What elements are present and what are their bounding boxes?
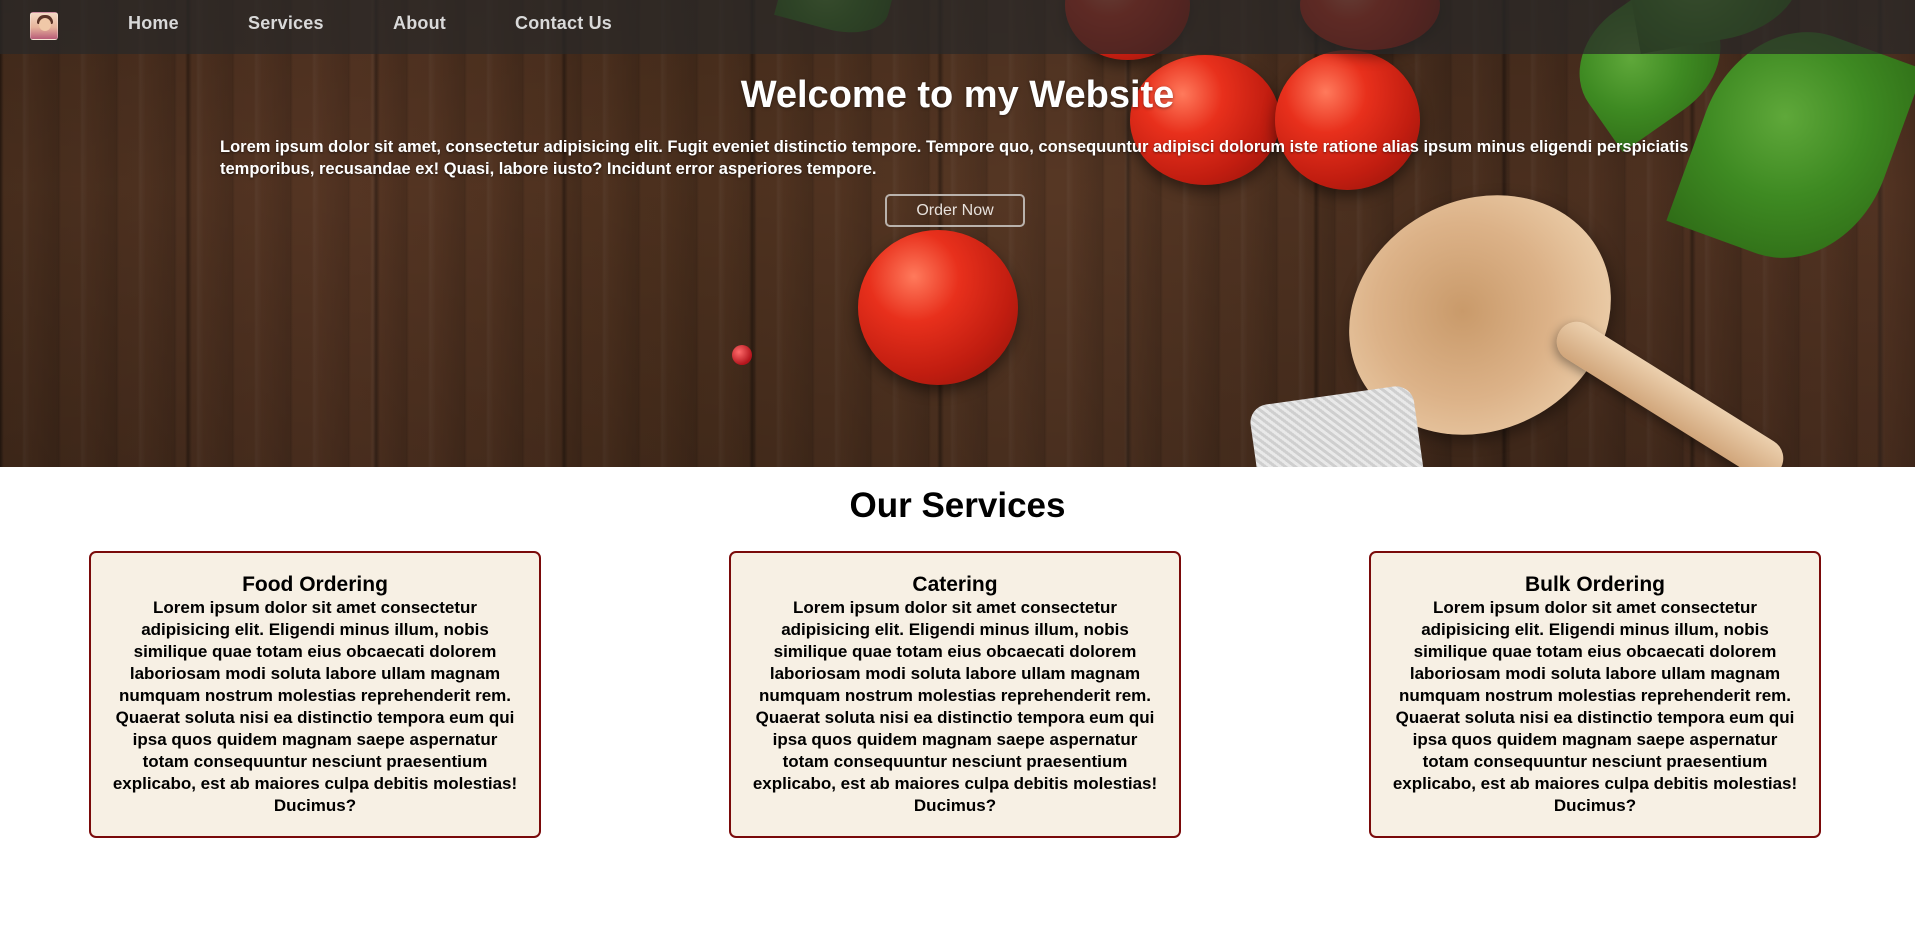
service-card-catering: Catering Lorem ipsum dolor sit amet cons… [729, 551, 1181, 838]
service-card-title: Catering [912, 573, 998, 596]
service-card-text: Lorem ipsum dolor sit amet consectetur a… [752, 598, 1158, 815]
nav-link-services[interactable]: Services [248, 13, 324, 34]
peppercorn-image [732, 345, 752, 365]
nav-link-contact[interactable]: Contact Us [515, 13, 612, 34]
hero-title: Welcome to my Website [740, 74, 1175, 116]
tomato-image [858, 230, 1018, 385]
avatar-logo-icon[interactable] [30, 12, 58, 40]
top-navbar: Home Services About Contact Us [0, 0, 1915, 54]
cloth-napkin-image [1248, 384, 1427, 467]
service-card-bulk-ordering: Bulk Ordering Lorem ipsum dolor sit amet… [1369, 551, 1821, 838]
services-heading: Our Services [849, 486, 1066, 525]
hero-section: Home Services About Contact Us Welcome t… [0, 0, 1915, 467]
service-card-food-ordering: Food Ordering Lorem ipsum dolor sit amet… [89, 551, 541, 838]
service-card-title: Food Ordering [242, 573, 388, 596]
order-now-button[interactable]: Order Now [885, 194, 1025, 227]
nav-link-about[interactable]: About [393, 13, 446, 34]
nav-link-home[interactable]: Home [128, 13, 179, 34]
wooden-spoon-handle-image [1549, 314, 1791, 467]
hero-description: Lorem ipsum dolor sit amet, consectetur … [220, 138, 1689, 178]
service-card-title: Bulk Ordering [1524, 573, 1666, 596]
service-card-text: Lorem ipsum dolor sit amet consectetur a… [112, 598, 518, 815]
service-card-text: Lorem ipsum dolor sit amet consectetur a… [1392, 598, 1798, 815]
